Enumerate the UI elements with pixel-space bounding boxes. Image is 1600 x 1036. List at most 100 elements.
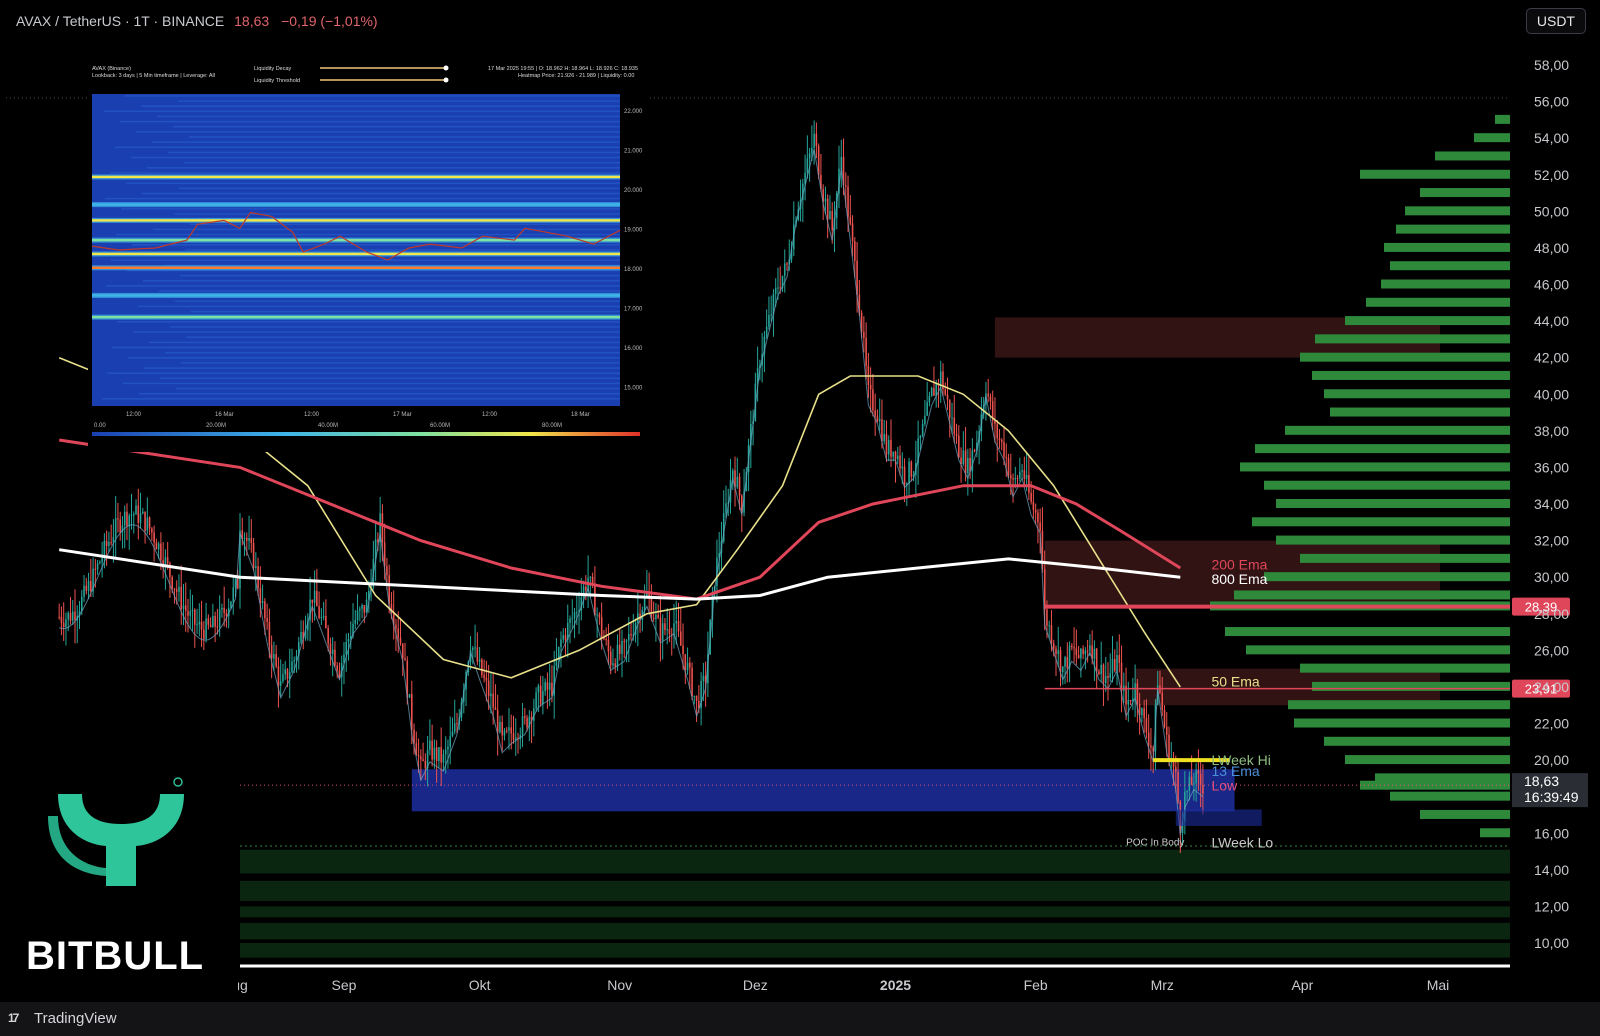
- candle-body: [612, 663, 614, 666]
- candle-body: [130, 514, 133, 516]
- price-tick-label: 16,00: [1534, 825, 1569, 841]
- heatmap-band: [92, 175, 620, 179]
- candle-body: [456, 723, 458, 725]
- candle-body: [386, 566, 388, 576]
- price-tick-label: 12,00: [1534, 898, 1569, 914]
- candle-body: [887, 439, 890, 455]
- volume-profile-bar: [1480, 828, 1510, 838]
- heatmap-scale-tick: 60.00M: [430, 423, 450, 429]
- candle-body: [151, 528, 153, 533]
- candle-body: [472, 647, 474, 651]
- candle-body: [501, 722, 503, 736]
- candle-body: [1059, 650, 1062, 673]
- candle-body: [890, 439, 892, 457]
- candle-body: [883, 434, 885, 442]
- candle-body: [1175, 767, 1177, 773]
- candle-body: [958, 435, 960, 458]
- price-tick-label: 32,00: [1534, 533, 1569, 549]
- candle-body: [347, 638, 350, 642]
- candle-body: [910, 461, 913, 477]
- heatmap-stripe: [160, 377, 620, 380]
- price-tick-label: 30,00: [1534, 569, 1569, 585]
- candle-body: [625, 640, 628, 642]
- candle-body: [1104, 675, 1107, 684]
- candle-body: [327, 628, 329, 644]
- candle-body: [1113, 659, 1116, 671]
- candle-body: [691, 667, 693, 697]
- heatmap-stripe: [191, 310, 620, 313]
- symbol-name[interactable]: AVAX / TetherUS · 1T · BINANCE: [16, 13, 224, 29]
- heatmap-header-text: AVAX (Binance): [92, 66, 131, 72]
- candle-body: [1046, 609, 1048, 626]
- annotation-label: 13 Ema: [1211, 763, 1259, 779]
- candle-body: [829, 210, 831, 220]
- volume-profile-bar: [1255, 444, 1510, 454]
- candle-body: [266, 617, 268, 622]
- candle-body: [157, 543, 160, 550]
- candle-body: [677, 620, 680, 632]
- candle-body: [483, 675, 485, 678]
- candle-body: [621, 641, 623, 654]
- support-band-4: [240, 922, 1510, 940]
- candle-body: [573, 612, 576, 619]
- volume-profile-bar: [1294, 718, 1510, 728]
- annotation-label: Low: [1211, 778, 1238, 794]
- candle-body: [178, 586, 180, 592]
- candle-body: [1021, 470, 1023, 472]
- candle-body: [562, 635, 565, 640]
- candle-body: [939, 371, 942, 386]
- candle-body: [777, 287, 779, 289]
- candle-body: [679, 631, 682, 646]
- candle-body: [774, 287, 777, 294]
- heatmap-stripe: [136, 131, 620, 133]
- currency-button[interactable]: USDT: [1525, 8, 1586, 34]
- price-chart[interactable]: 28,3923,91200 Ema800 Ema50 EmaLWeek Hi13…: [0, 0, 1600, 1036]
- candle-body: [614, 663, 617, 667]
- heatmap-stripe: [138, 305, 620, 308]
- heatmap-stripe: [125, 95, 620, 97]
- candle-body: [160, 543, 162, 561]
- candle-body: [503, 730, 506, 736]
- candle-body: [811, 148, 813, 154]
- candle-body: [395, 624, 397, 629]
- candle-body: [1023, 470, 1026, 479]
- candle-body: [184, 605, 187, 611]
- candle-body: [62, 623, 65, 627]
- volume-profile-bar: [1312, 370, 1510, 380]
- footer-platform[interactable]: TradingView: [34, 1010, 117, 1027]
- candle-body: [1071, 645, 1073, 648]
- candle-body: [270, 644, 273, 659]
- candle-body: [273, 654, 275, 659]
- candle-body: [589, 576, 592, 578]
- annotation-label: 200 Ema: [1211, 556, 1267, 572]
- heatmap-y-tick: 16.000: [624, 346, 643, 352]
- candle-body: [114, 518, 117, 538]
- price-tick-label: 24,00: [1534, 679, 1569, 695]
- heatmap-scale-tick: 40.00M: [318, 423, 338, 429]
- heatmap-stripe: [173, 125, 620, 128]
- candle-body: [397, 628, 400, 638]
- candle-body: [657, 614, 659, 618]
- candle-body: [175, 589, 178, 592]
- candle-body: [600, 617, 603, 637]
- candle-body: [404, 658, 406, 661]
- candle-body: [401, 643, 404, 659]
- heatmap-control-label: Liquidity Threshold: [254, 78, 300, 84]
- volume-profile-bar: [1384, 242, 1510, 252]
- heatmap-stripe: [181, 362, 620, 364]
- volume-profile-bar: [1420, 809, 1510, 819]
- candle-body: [1190, 776, 1193, 785]
- candle-body: [128, 515, 131, 527]
- candle-body: [996, 423, 999, 439]
- candle-body: [1066, 657, 1069, 668]
- candle-body: [930, 388, 933, 397]
- heatmap-stripe: [165, 351, 620, 354]
- candle-body: [765, 326, 768, 337]
- support-band-1: [240, 857, 1510, 874]
- volume-profile-bar: [1420, 188, 1510, 198]
- heatmap-y-tick: 19.000: [624, 227, 643, 233]
- candle-body: [1064, 657, 1066, 667]
- candle-body: [946, 394, 949, 400]
- heatmap-stripe: [175, 300, 620, 303]
- heatmap-control-label: Liquidity Decay: [254, 66, 292, 72]
